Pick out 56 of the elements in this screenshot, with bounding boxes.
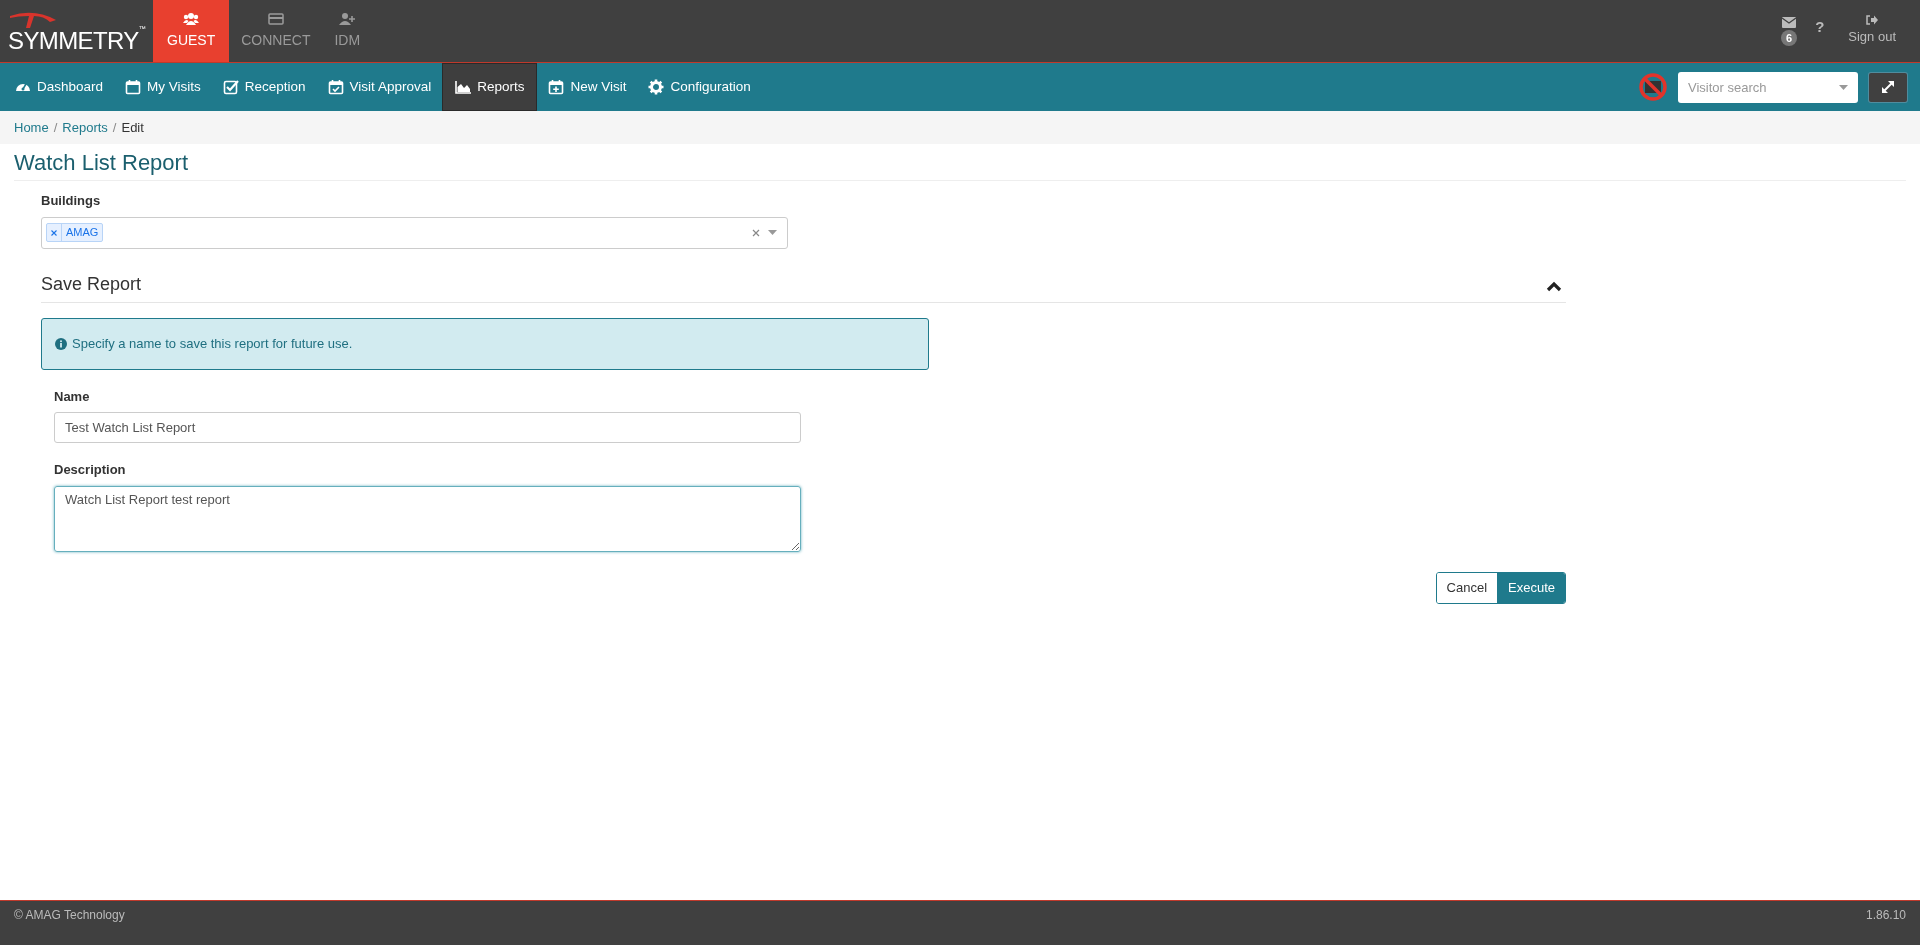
close-icon <box>51 229 57 236</box>
sign-out-link[interactable]: Sign out <box>1848 27 1896 47</box>
buildings-select[interactable]: AMAG <box>41 216 788 249</box>
checkbox-icon <box>222 79 239 95</box>
nav-tab[interactable]: Reports <box>442 63 538 111</box>
copyright-text: © AMAG Technology <box>14 907 125 924</box>
clear-icon[interactable] <box>752 228 760 237</box>
field-label: Buildings <box>41 192 102 210</box>
breadcrumb-link[interactable]: Home <box>14 117 49 138</box>
gear-icon <box>648 79 665 95</box>
chevron-up-icon[interactable] <box>1546 280 1562 292</box>
module-tab[interactable]: IDM <box>322 0 373 62</box>
sign-out-icon <box>1866 15 1879 26</box>
envelope-icon <box>1782 16 1797 28</box>
version-text: 1.86.10 <box>1865 907 1906 924</box>
breadcrumb-current: Edit <box>121 118 144 137</box>
breadcrumb-separator: / <box>52 118 59 137</box>
visitor-search-field[interactable]: Visitor search <box>1678 71 1858 103</box>
swoosh-logo-icon <box>8 10 58 28</box>
building-tag: AMAG <box>46 223 104 242</box>
area-chart-icon <box>455 79 472 95</box>
calendar-check-icon <box>327 79 344 95</box>
module-tab[interactable]: GUEST <box>153 0 230 62</box>
message-count-badge: 6 <box>1781 29 1798 46</box>
user-plus-icon <box>339 11 356 27</box>
section-title: Save Report <box>41 272 142 296</box>
nav-tab[interactable]: Reception <box>211 63 317 111</box>
field-label: Name <box>54 387 91 406</box>
calendar-icon <box>125 79 142 95</box>
info-alert: Specify a name to save this report for future use. <box>41 317 929 370</box>
dropdown-caret-icon <box>768 230 777 235</box>
nav-tab[interactable]: My Visits <box>114 63 212 111</box>
nav-tab[interactable]: Dashboard <box>4 63 115 111</box>
symmetry-logo-text: SYMMETRY$^{™}$ <box>8 28 147 54</box>
no-card-icon[interactable] <box>1638 72 1668 102</box>
nav-tab[interactable]: Configuration <box>637 63 762 111</box>
cancel-button[interactable]: Cancel <box>1436 572 1498 603</box>
breadcrumb-link[interactable]: Reports <box>62 117 108 138</box>
breadcrumb-separator: / <box>111 118 118 137</box>
help-button[interactable]: ? <box>1815 15 1825 39</box>
execute-button[interactable]: Execute <box>1498 572 1565 603</box>
nav-tab[interactable]: New Visit <box>537 63 638 111</box>
credit-card-icon <box>267 11 284 27</box>
info-icon <box>55 337 67 350</box>
users-icon <box>183 11 200 27</box>
field-label: Description <box>54 461 127 479</box>
name-field[interactable]: Test Watch List Report <box>54 412 801 443</box>
module-tab[interactable]: CONNECT <box>229 0 323 62</box>
dropdown-caret-icon <box>1839 84 1848 90</box>
page-title: Watch List Report <box>14 144 1906 181</box>
expand-icon <box>1881 80 1895 94</box>
messages-button[interactable]: 6 <box>1781 16 1798 46</box>
description-field[interactable]: Watch List Report test report <box>54 485 801 552</box>
fullscreen-button[interactable] <box>1868 71 1908 103</box>
calendar-plus-icon <box>548 79 565 95</box>
nav-tab[interactable]: Visit Approval <box>316 63 443 111</box>
